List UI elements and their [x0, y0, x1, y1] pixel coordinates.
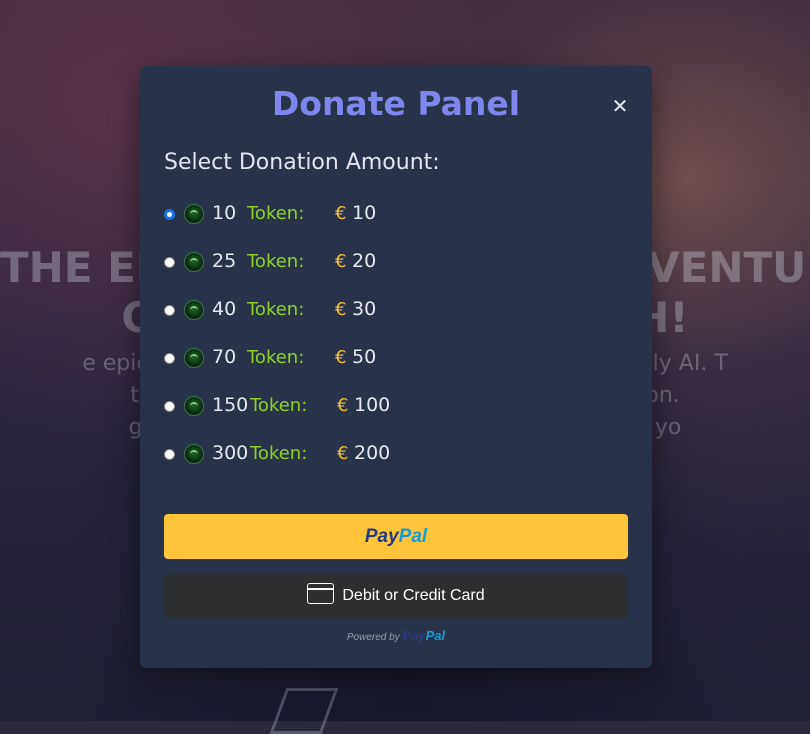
modal-title: Donate Panel [271, 84, 521, 123]
donation-options: 10 Token: € 10 25 Token: € 20 40 Token: … [164, 202, 624, 490]
powered-by-text: Powered by [346, 632, 400, 643]
euro-sign: € [335, 299, 347, 320]
paypal-logo-pal: Pal [398, 526, 428, 547]
token-amount: 10 [212, 202, 237, 224]
donation-option-40[interactable]: 40 Token: € 30 [164, 298, 624, 346]
token-label: Token: [250, 395, 308, 416]
token-amount: 300 [212, 442, 249, 464]
token-coin-icon [184, 348, 204, 368]
radio-button[interactable] [164, 257, 175, 268]
radio-button-selected[interactable] [164, 209, 175, 220]
price-value: 200 [354, 442, 391, 464]
paypal-small-logo: PayPal [402, 628, 445, 643]
price-value: 10 [352, 202, 377, 224]
token-label: Token: [247, 203, 305, 224]
paypal-button[interactable]: PayPal [164, 514, 628, 559]
euro-sign: € [337, 395, 349, 416]
close-icon[interactable]: ✕ [608, 94, 632, 118]
euro-sign: € [335, 347, 347, 368]
donation-amount-heading: Select Donation Amount: [164, 150, 440, 175]
radio-button[interactable] [164, 305, 175, 316]
token-coin-icon [184, 396, 204, 416]
donation-option-300[interactable]: 300 Token: € 200 [164, 442, 624, 490]
euro-sign: € [337, 443, 349, 464]
radio-button[interactable] [164, 353, 175, 364]
token-amount: 40 [212, 298, 237, 320]
donation-option-70[interactable]: 70 Token: € 50 [164, 346, 624, 394]
token-label: Token: [247, 347, 305, 368]
token-label: Token: [247, 299, 305, 320]
donation-option-10[interactable]: 10 Token: € 10 [164, 202, 624, 250]
euro-sign: € [335, 203, 347, 224]
price-value: 20 [352, 250, 377, 272]
euro-sign: € [335, 251, 347, 272]
token-amount: 25 [212, 250, 237, 272]
token-coin-icon [184, 252, 204, 272]
debit-credit-card-button[interactable]: Debit or Credit Card [164, 574, 628, 618]
paypal-logo-pay: Pay [402, 628, 426, 643]
card-button-label: Debit or Credit Card [342, 587, 485, 604]
radio-button[interactable] [164, 449, 175, 460]
token-coin-icon [184, 204, 204, 224]
powered-by-paypal: Powered by PayPal [140, 628, 652, 643]
price-value: 30 [352, 298, 377, 320]
radio-button[interactable] [164, 401, 175, 412]
paypal-logo-pay: Pay [364, 526, 399, 547]
paypal-logo-pal: Pal [425, 628, 446, 643]
donation-option-25[interactable]: 25 Token: € 20 [164, 250, 624, 298]
donation-option-150[interactable]: 150 Token: € 100 [164, 394, 624, 442]
token-coin-icon [184, 300, 204, 320]
token-amount: 70 [212, 346, 237, 368]
token-label: Token: [250, 443, 308, 464]
token-coin-icon [184, 444, 204, 464]
token-amount: 150 [212, 394, 249, 416]
price-value: 100 [354, 394, 391, 416]
donate-modal: Donate Panel ✕ Select Donation Amount: 1… [140, 66, 652, 668]
token-label: Token: [247, 251, 305, 272]
paypal-logo: PayPal [365, 526, 427, 547]
price-value: 50 [352, 346, 377, 368]
credit-card-icon [307, 583, 335, 605]
